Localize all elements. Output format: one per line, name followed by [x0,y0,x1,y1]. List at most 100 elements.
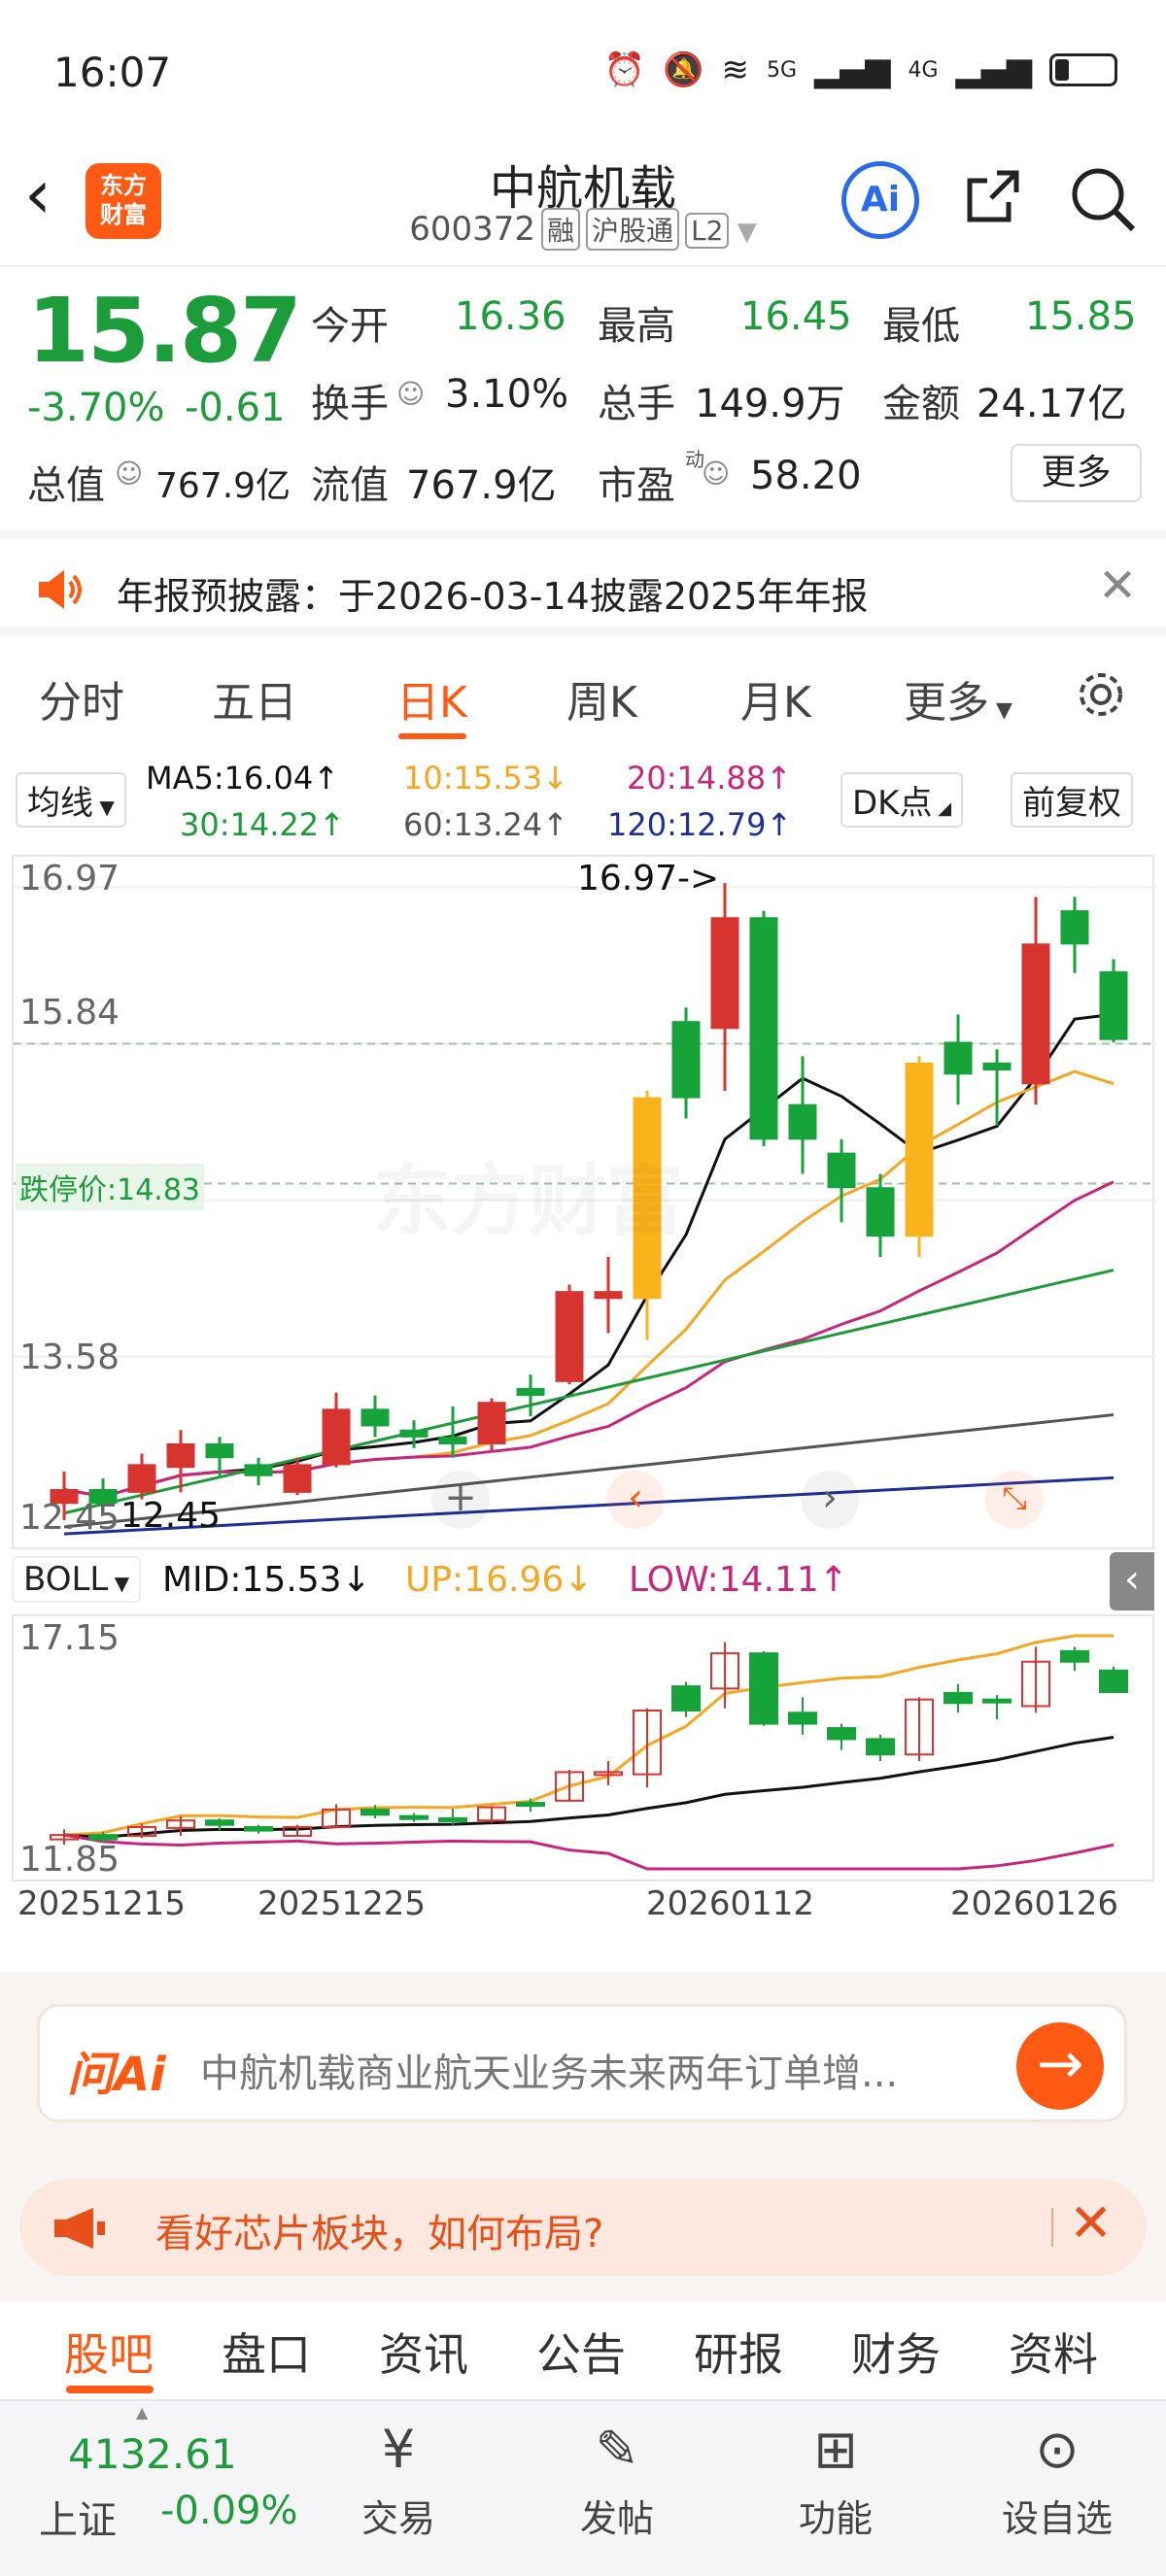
tab-order-book[interactable]: 盘口 [222,2320,311,2384]
candle-body [749,917,778,1140]
amount-label: 金额 [882,382,960,426]
boll-chart[interactable]: 17.15 11.85 [12,1614,1154,1881]
nav-functions[interactable]: ⊞ 功能 [768,2411,904,2542]
arrow-right-icon[interactable]: → [1016,2022,1104,2110]
edit-icon: ✎ [595,2419,639,2480]
boll-candle-body [88,1834,118,1841]
candle-body [283,1464,312,1493]
tab-monthly-k[interactable]: 月K [740,667,811,729]
close-icon[interactable]: ✕ [1069,2192,1113,2254]
ma10-value: 10:15.53↓ [403,760,568,797]
boll-low-line [63,1833,1115,1871]
index-value[interactable]: 4132.61 [68,2430,237,2478]
signal-4g-icon: 4G [908,57,939,83]
search-icon[interactable] [1069,165,1137,233]
status-bar: 16:07 ⏰ 🔕 ≋ 5G ▂▄▆ 4G ▂▄▆ [0,0,1166,146]
tab-more[interactable]: 更多 ▼ [904,667,1012,729]
tab-announcements[interactable]: 公告 [536,2320,626,2384]
change-percent: -3.70% [27,386,165,430]
volume-value: 149.9万 [695,382,845,426]
tab-daily-k[interactable]: 日K [396,667,467,729]
scroll-left-icon[interactable]: ‹ [606,1471,665,1529]
dk-point-select[interactable]: DK点 ◢ [840,772,964,828]
boll-svg [50,1634,1128,1871]
float-value: 767.9亿 [406,463,557,508]
speaker-icon [39,570,82,609]
ask-ai-box[interactable]: 问Ai 中航机载商业航天业务未来两年订单增... → [37,2004,1127,2122]
boll-candle-body [1060,1649,1089,1663]
low-label: 最低 [882,304,960,349]
watermark: 东方财富 [373,1138,684,1251]
boll-y-bottom: 11.85 [19,1840,120,1880]
kline-chart[interactable]: 16.97 15.84 13.58 12.45 16.97-> 12.45 跌停… [12,855,1156,1549]
ma-indicator-bar: 均线 ▼ MA5:16.04↑ 10:15.53↓ 20:14.88↑ 30:1… [0,758,1166,855]
boll-candle-body [788,1712,817,1725]
candle-body [166,1442,195,1469]
settings-gear-icon[interactable] [1074,667,1128,722]
crosshair-icon[interactable]: + [431,1471,490,1529]
ai-button[interactable]: Ai [841,161,919,239]
boll-low-value: LOW:14.11↑ [629,1560,848,1600]
boll-candle-body [866,1738,895,1756]
amount-value: 24.17亿 [977,382,1127,426]
status-time: 16:07 [53,49,172,96]
boll-candle-body [205,1819,234,1826]
info-icon[interactable]: ☺ [702,458,730,490]
candle-body [671,1021,701,1099]
tab-profile[interactable]: 资料 [1009,2320,1098,2384]
more-button[interactable]: 更多 [1011,444,1142,502]
open-label: 今开 [311,304,389,349]
more-dots-icon: ⊙ [1035,2419,1080,2480]
adjust-select[interactable]: 前复权 [1011,772,1133,828]
dropdown-icon: ▼ [729,218,757,247]
ma-select[interactable]: 均线 ▼ [16,772,126,828]
boll-mid-value: MID:15.53↓ [162,1560,371,1600]
promo-text: 看好芯片板块，如何布局? [155,2212,604,2256]
tab-forum[interactable]: 股吧 [64,2320,154,2384]
caret-up-icon: ▲ [136,2403,149,2422]
stock-code: 600372 [409,210,536,249]
y-axis-bottom: 12.45 [19,1498,120,1538]
promo-banner[interactable]: 看好芯片板块，如何布局? ✕ [19,2179,1147,2276]
tab-news[interactable]: 资讯 [379,2320,468,2384]
ma5-value: MA5:16.04↑ [146,760,340,797]
close-icon[interactable]: ✕ [1098,559,1137,613]
candle-body [477,1402,506,1444]
tab-five-day[interactable]: 五日 [212,667,297,729]
scroll-right-icon[interactable]: › [801,1471,859,1529]
pe-value: 58.20 [750,454,862,498]
grid-icon: ⊞ [813,2419,858,2480]
nav-post[interactable]: ✎ 发帖 [549,2411,685,2542]
info-icon[interactable]: ☺ [396,378,425,410]
signal-5g-icon: 5G [767,57,798,83]
status-icons: ⏰ 🔕 ≋ 5G ▂▄▆ 4G ▂▄▆ [604,51,1117,89]
notice-bar[interactable]: 年报预披露：于2026-03-14披露2025年年报 ✕ [0,529,1166,636]
candle-body [360,1408,390,1427]
ma30-line [63,1269,1115,1515]
tab-financials[interactable]: 财务 [851,2320,941,2384]
boll-select[interactable]: BOLL ▼ [12,1556,142,1603]
boll-y-top: 17.15 [19,1618,120,1658]
share-icon[interactable] [962,165,1024,227]
nav-add-watchlist[interactable]: ⊙ 设自选 [989,2411,1125,2542]
active-tab-indicator [398,733,466,739]
fullscreen-icon[interactable]: ⤡ [985,1471,1044,1529]
collapse-panel-icon[interactable]: ‹ [1110,1552,1154,1610]
tab-intraday[interactable]: 分时 [39,667,124,729]
boll-up-line [63,1634,1114,1837]
tab-weekly-k[interactable]: 周K [566,667,637,729]
tab-research[interactable]: 研报 [694,2320,783,2384]
nav-trade[interactable]: ¥ 交易 [330,2411,466,2542]
max-price-label: 16.97-> [577,859,720,898]
notice-text: 年报预披露：于2026-03-14披露2025年年报 [117,575,869,618]
megaphone-icon [54,2208,105,2249]
candle-body [1021,943,1050,1085]
level2-tag: L2 [685,213,730,249]
candle-body [438,1436,467,1444]
pe-label: 市盈 [598,463,675,508]
boll-candle-body [360,1808,390,1816]
info-icon[interactable]: ☺ [115,458,143,490]
ma30-value: 30:14.22↑ [180,806,345,843]
date-label: 20260126 [950,1884,1119,1923]
boll-indicator-bar: BOLL ▼ MID:15.53↓ UP:16.96↓ LOW:14.11↑ ‹ [12,1552,1154,1610]
